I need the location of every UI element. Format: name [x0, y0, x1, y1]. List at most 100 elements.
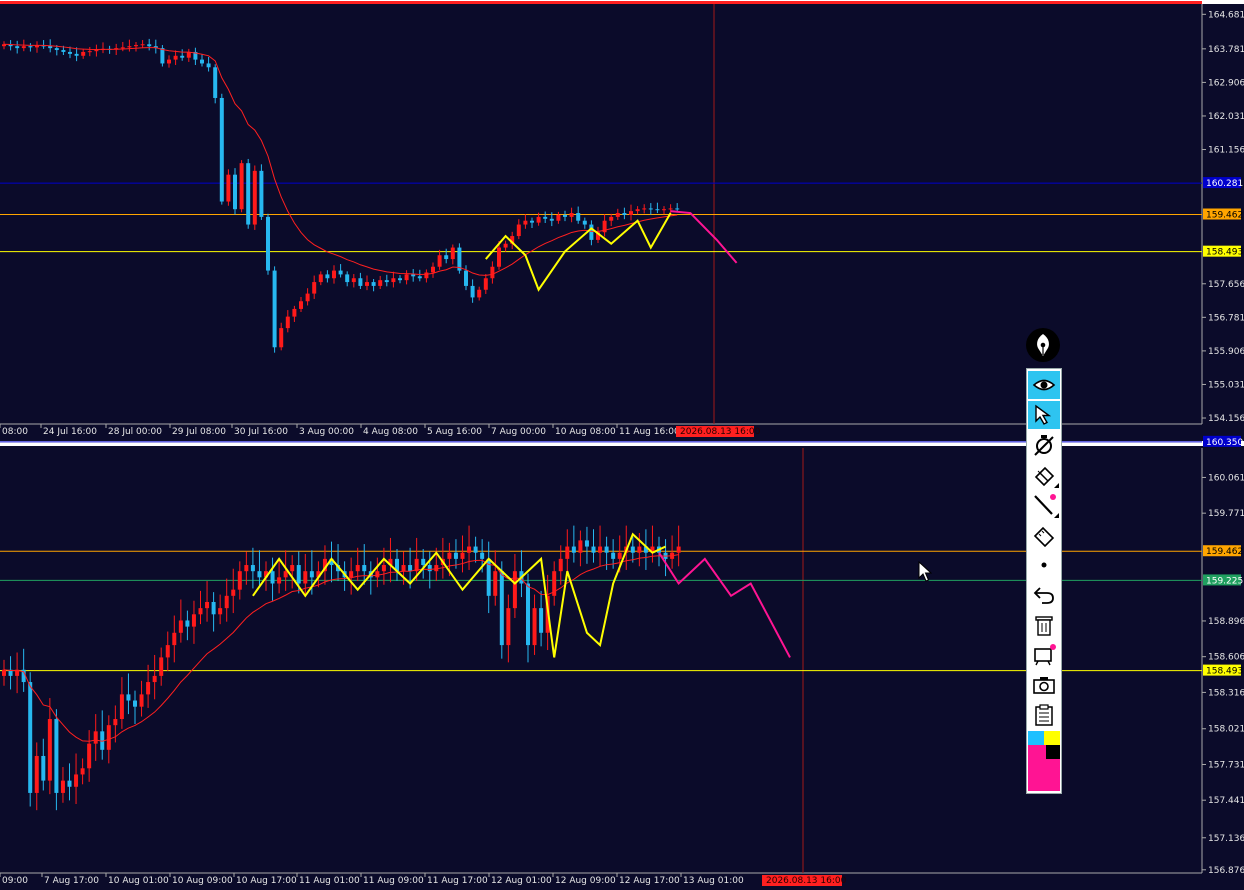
time-tick-label: 5 Aug 16:00: [427, 427, 482, 437]
candle-body: [617, 552, 622, 559]
candle-body: [365, 282, 369, 286]
candle-body: [578, 540, 583, 553]
candle-body: [609, 216, 614, 221]
candle-body: [668, 208, 673, 210]
candle-body: [378, 280, 383, 286]
price-tick-label: 158.021: [1208, 725, 1244, 735]
candle-body: [2, 669, 6, 676]
tv-monitor-icon[interactable]: [1028, 641, 1060, 669]
price-tick-label: 156.876: [1208, 866, 1244, 876]
candle-body: [637, 546, 642, 553]
candle-body: [200, 59, 204, 64]
time-tick-label: 13 Aug 01:00: [683, 876, 744, 886]
color-swatch-yellow[interactable]: [1044, 731, 1060, 745]
candle-body: [134, 45, 138, 47]
candle-body: [231, 589, 236, 596]
candle-body: [305, 293, 310, 302]
price-tick-label: 162.906: [1208, 78, 1244, 88]
candle-body: [611, 552, 616, 559]
candle-body: [191, 614, 196, 627]
candle-body: [453, 552, 458, 559]
color-palette[interactable]: [1028, 731, 1060, 791]
candle-body: [424, 272, 429, 279]
undo-icon[interactable]: [1028, 581, 1060, 609]
line-tool-icon[interactable]: [1028, 491, 1060, 519]
candle-body: [74, 53, 79, 56]
drawing-toolbar: [1026, 368, 1062, 794]
cursor-arrow-icon[interactable]: [1028, 401, 1060, 429]
dot-icon[interactable]: [1028, 551, 1060, 579]
price-tick-label: 158.896: [1208, 617, 1244, 627]
candle-body: [421, 558, 426, 566]
price-tag-label: 158.493: [1206, 667, 1243, 677]
candle-body: [167, 59, 171, 64]
candle-body: [401, 565, 406, 572]
candle-body: [94, 50, 99, 52]
candle-body: [87, 743, 92, 769]
time-tick-label: 12 Aug 01:00: [491, 876, 552, 886]
candle-body: [290, 565, 295, 572]
price-tick-label: 156.781: [1208, 313, 1244, 323]
candle-body: [635, 209, 640, 212]
candle-body: [598, 546, 603, 553]
price-tick-label: 157.731: [1208, 760, 1244, 770]
magnet-off-icon[interactable]: [1028, 431, 1060, 459]
candle-body: [642, 208, 647, 210]
pen-nib-logo[interactable]: [1026, 328, 1060, 362]
price-tick-label: 161.156: [1208, 146, 1244, 156]
candle-body: [21, 46, 26, 49]
candle-body: [173, 55, 178, 60]
price-tag-label: 158.493: [1206, 248, 1243, 258]
candle-body: [558, 558, 563, 572]
trash-icon[interactable]: [1028, 611, 1060, 639]
candle-body: [309, 571, 314, 578]
candle-body: [246, 163, 251, 225]
time-tick-label: 4 Aug 08:00: [363, 427, 418, 437]
price-tick-label: 162.031: [1208, 112, 1244, 122]
candle-body: [434, 565, 439, 572]
candle-body: [604, 546, 609, 553]
candle-body: [565, 546, 570, 559]
time-tick-label: 10 Aug 01:00: [108, 876, 169, 886]
candle-body: [120, 47, 125, 49]
candle-body: [219, 97, 224, 202]
time-tick-label: 12 Aug 09:00: [555, 876, 616, 886]
candle-body: [237, 571, 242, 590]
eye-icon[interactable]: [1028, 371, 1060, 399]
candle-body: [296, 565, 301, 584]
candle-body: [147, 44, 152, 47]
candle-body: [106, 725, 111, 750]
price-tick-label: 163.781: [1208, 45, 1244, 55]
price-tag-label: 160.350: [1206, 438, 1243, 448]
candle-body: [213, 67, 218, 98]
clipboard-icon[interactable]: [1028, 701, 1060, 729]
price-tick-label: 158.316: [1208, 688, 1244, 698]
candle-body: [41, 755, 46, 781]
candle-body: [589, 224, 594, 240]
candle-body: [139, 694, 144, 707]
candle-body: [408, 565, 413, 572]
candle-body: [530, 220, 534, 223]
time-tick-label: 30 Jul 16:00: [234, 427, 288, 437]
candle-body: [358, 278, 363, 286]
camera-icon[interactable]: [1028, 671, 1060, 699]
candle-body: [431, 266, 435, 273]
candle-body: [279, 328, 284, 348]
candle-body: [113, 719, 118, 726]
candle-body: [470, 285, 475, 298]
candle-body: [477, 289, 482, 298]
price-tick-label: 155.906: [1208, 347, 1244, 357]
candle-body: [398, 278, 402, 281]
candle-body: [648, 208, 653, 210]
ruler-icon[interactable]: [1028, 521, 1060, 549]
candle-body: [351, 278, 356, 283]
color-swatch-cyan[interactable]: [1028, 731, 1044, 745]
candle-body: [277, 577, 282, 584]
color-swatch-black[interactable]: [1046, 745, 1060, 759]
crosshair-time-tag-label: 2026.08.13 16:00: [766, 876, 847, 886]
candle-body: [444, 255, 449, 260]
candle-body: [338, 270, 343, 275]
candle-body: [622, 213, 627, 215]
eraser-icon[interactable]: [1028, 461, 1060, 489]
candle-body: [206, 63, 211, 68]
